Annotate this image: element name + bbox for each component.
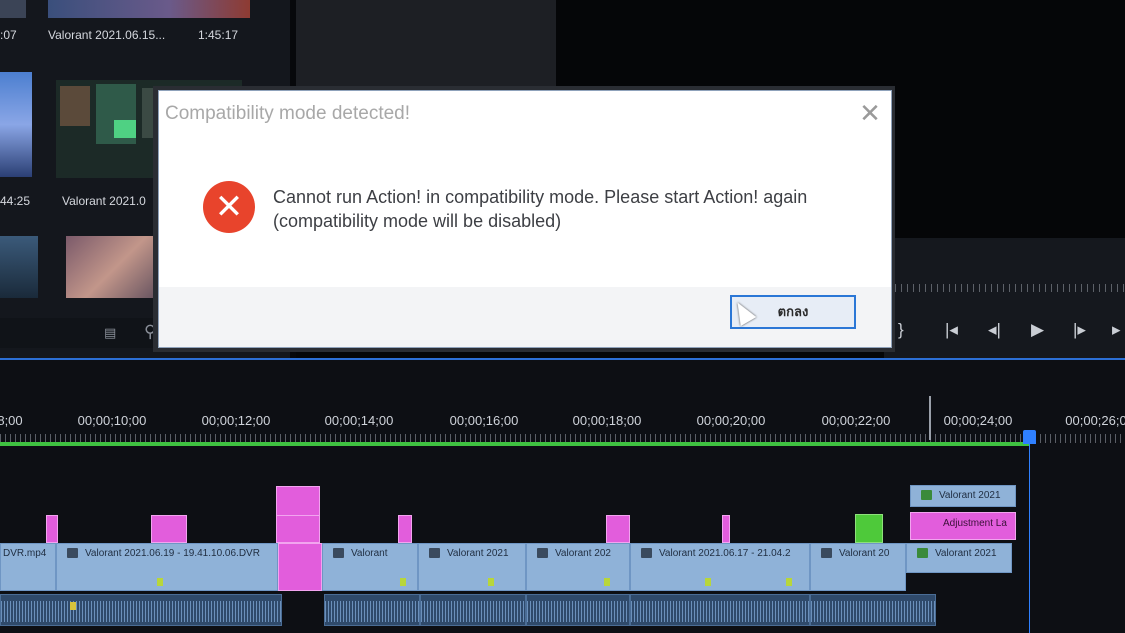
- play-icon[interactable]: ▶: [1031, 320, 1044, 340]
- close-icon[interactable]: ✕: [855, 99, 885, 127]
- work-area-bar[interactable]: [0, 442, 1030, 446]
- video-clip[interactable]: Valorant 202: [526, 543, 630, 591]
- timecode-label: 00;00;24;00: [943, 413, 1013, 428]
- video-clip[interactable]: Valorant 2021: [906, 543, 1012, 573]
- video-clip[interactable]: Valorant 2021: [910, 485, 1016, 507]
- audio-clip[interactable]: [630, 594, 810, 626]
- timecode-label: 00;00;16;00: [449, 413, 519, 428]
- keyframe-marker[interactable]: [400, 578, 406, 586]
- video-clip[interactable]: Valorant 20: [810, 543, 906, 591]
- video-clip[interactable]: Valorant 2021.06.17 - 21.04.2: [630, 543, 810, 591]
- go-to-out-icon[interactable]: ▸: [1112, 320, 1121, 340]
- video-clip[interactable]: Valorant 2021: [418, 543, 526, 591]
- step-forward-icon[interactable]: |▸: [1073, 320, 1086, 340]
- playhead-line: [1029, 444, 1030, 633]
- audio-clip[interactable]: [324, 594, 420, 626]
- bin-list-icon[interactable]: ▤: [104, 325, 116, 341]
- adjustment-clip[interactable]: [276, 486, 320, 516]
- clip-name: Valorant 2021.06.15...: [48, 28, 166, 42]
- video-clip[interactable]: DVR.mp4: [0, 543, 56, 591]
- dialog-title: Compatibility mode detected!: [165, 103, 411, 124]
- clip-label: Valorant 2021: [447, 548, 509, 559]
- clip-label: Valorant 20: [839, 548, 890, 559]
- error-dialog: Compatibility mode detected! ✕ ✕ Cannot …: [158, 90, 892, 348]
- monitor-frame: [296, 0, 556, 100]
- clip-thumbnail[interactable]: [66, 236, 166, 298]
- monitor-mini-ruler[interactable]: [895, 284, 1125, 292]
- clip-duration: 1:45:17: [198, 28, 239, 42]
- dialog-message: Cannot run Action! in compatibility mode…: [273, 187, 808, 231]
- timecode-label: 8;00: [0, 413, 23, 428]
- audio-clip[interactable]: [420, 594, 526, 626]
- clip-duration: :07: [0, 28, 17, 42]
- error-icon: ✕: [203, 181, 255, 233]
- keyframe-marker[interactable]: [705, 578, 711, 586]
- clip-label: DVR.mp4: [3, 548, 47, 559]
- adjustment-clip[interactable]: [722, 515, 730, 543]
- clip-label: Adjustment La: [943, 518, 1007, 529]
- fx-badge-icon: [821, 548, 832, 558]
- clip-thumbnail[interactable]: [0, 0, 26, 18]
- timecode-label: 00;00;18;00: [572, 413, 642, 428]
- audio-clip[interactable]: [810, 594, 936, 626]
- keyframe-marker[interactable]: [604, 578, 610, 586]
- audio-clip[interactable]: [526, 594, 630, 626]
- clip-thumbnail[interactable]: [0, 236, 38, 298]
- clip-label: Valorant 2021.06.19 - 19.41.10.06.DVR: [85, 548, 260, 559]
- keyframe-marker[interactable]: [70, 602, 76, 610]
- fx-badge-icon: [917, 548, 928, 558]
- adjustment-clip[interactable]: [278, 543, 322, 591]
- clip-label: Valorant 202: [555, 548, 611, 559]
- fx-badge-icon: [537, 548, 548, 558]
- fx-badge-icon: [429, 548, 440, 558]
- adjustment-clip[interactable]: [151, 515, 187, 543]
- fx-badge-icon: [921, 490, 932, 500]
- clip-label: Valorant 2021: [935, 548, 997, 559]
- clip-name: Valorant 2021.0: [62, 194, 146, 208]
- timecode-label: 00;00;10;00: [77, 413, 147, 428]
- timecode-label: 00;00;22;00: [821, 413, 891, 428]
- clip-label: Valorant 2021.06.17 - 21.04.2: [659, 548, 791, 559]
- adjustment-clip[interactable]: [46, 515, 58, 543]
- clip-label: Valorant 2021: [939, 490, 1001, 501]
- adjustment-clip[interactable]: [606, 515, 630, 543]
- fx-badge-icon: [333, 548, 344, 558]
- video-clip[interactable]: Valorant 2021.06.19 - 19.41.10.06.DVR: [56, 543, 278, 591]
- monitor-controls: [884, 238, 1125, 360]
- audio-clip[interactable]: [0, 594, 282, 626]
- keyframe-marker[interactable]: [157, 578, 163, 586]
- fx-badge-icon: [641, 548, 652, 558]
- timecode-label: 00;00;14;00: [324, 413, 394, 428]
- timecode-label: 00;00;26;0: [1065, 413, 1125, 428]
- in-point-marker[interactable]: [929, 396, 931, 440]
- adjustment-layer-clip[interactable]: Adjustment La: [910, 512, 1016, 540]
- timecode-label: 00;00;12;00: [201, 413, 271, 428]
- step-back-icon[interactable]: ◂|: [988, 320, 1001, 340]
- keyframe-marker[interactable]: [488, 578, 494, 586]
- clip-thumbnail[interactable]: [48, 0, 250, 18]
- go-to-in-icon[interactable]: |◂: [945, 320, 958, 340]
- adjustment-clip[interactable]: [276, 515, 320, 543]
- adjustment-clip[interactable]: [398, 515, 412, 543]
- clip-thumbnail[interactable]: [0, 72, 32, 177]
- keyframe-marker[interactable]: [786, 578, 792, 586]
- mark-out-icon[interactable]: }: [898, 320, 904, 340]
- clip-label: Valorant: [351, 548, 388, 559]
- playhead-handle[interactable]: [1023, 430, 1036, 444]
- fx-badge-icon: [67, 548, 78, 558]
- clip-duration: 44:25: [0, 194, 31, 208]
- timecode-label: 00;00;20;00: [696, 413, 766, 428]
- color-matte-clip[interactable]: [855, 514, 883, 543]
